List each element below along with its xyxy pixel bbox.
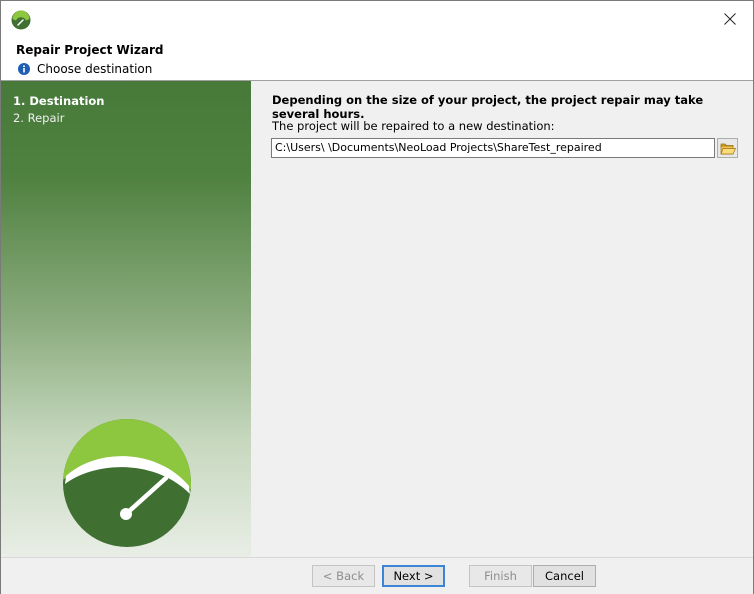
- repair-duration-notice: Depending on the size of your project, t…: [272, 93, 704, 121]
- current-step-indicator: Choose destination: [18, 62, 152, 76]
- app-icon: [11, 10, 31, 30]
- close-button[interactable]: [707, 1, 753, 37]
- cancel-button[interactable]: Cancel: [533, 565, 596, 587]
- steps-list: 1. Destination 2. Repair: [13, 93, 104, 127]
- folder-open-icon: [720, 143, 736, 154]
- finish-button[interactable]: Finish: [469, 565, 532, 587]
- back-button[interactable]: < Back: [312, 565, 375, 587]
- step-repair: 2. Repair: [13, 111, 65, 125]
- destination-label: The project will be repaired to a new de…: [272, 119, 555, 133]
- wizard-footer: < Back Next > Finish Cancel: [1, 557, 753, 594]
- speedometer-logo: [63, 419, 191, 547]
- steps-panel: 1. Destination 2. Repair: [1, 81, 251, 557]
- wizard-title: Repair Project Wizard: [16, 43, 164, 57]
- info-icon: [18, 63, 30, 75]
- close-icon: [724, 13, 736, 25]
- next-button[interactable]: Next >: [382, 565, 445, 587]
- content-panel: Depending on the size of your project, t…: [252, 81, 753, 557]
- wizard-header: Repair Project Wizard Choose destination: [1, 39, 753, 81]
- destination-path-input[interactable]: C:\Users\ \Documents\NeoLoad Projects\Sh…: [271, 138, 715, 158]
- step-destination: 1. Destination: [13, 94, 105, 108]
- current-step-subtitle: Choose destination: [37, 62, 153, 76]
- browse-button[interactable]: [717, 138, 738, 158]
- title-bar: [1, 1, 753, 39]
- repair-project-wizard-window: Repair Project Wizard Choose destination…: [0, 0, 754, 594]
